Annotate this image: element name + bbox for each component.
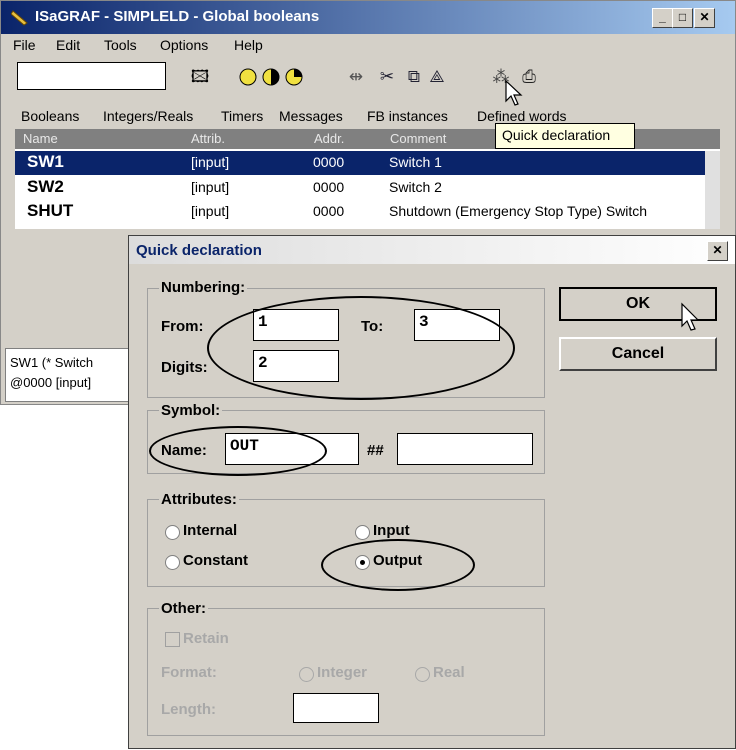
row-attrib: [input] [191, 154, 230, 170]
tab-booleans[interactable]: Booleans [21, 108, 79, 124]
row-name: SW1 [27, 152, 64, 171]
tab-integers-reals[interactable]: Integers/Reals [103, 108, 193, 124]
tooltip: Quick declaration [495, 123, 635, 149]
tab-defined-words[interactable]: Defined words [477, 108, 567, 124]
row-name: SW2 [27, 177, 64, 196]
column-attrib[interactable]: Attrib. [191, 131, 225, 146]
indent-icon[interactable]: ⇹ [346, 67, 366, 87]
half-circle-icon[interactable] [261, 67, 281, 87]
row-comment: Shutdown (Emergency Stop Type) Switch [389, 203, 648, 219]
real-label[interactable]: Real [433, 664, 465, 681]
status-panel: SW1 (* Switch @0000 [input] [5, 348, 135, 402]
dialog-close-button[interactable]: ✕ [707, 241, 728, 261]
annotation-ellipse [149, 426, 327, 476]
suffix-input[interactable] [397, 433, 533, 465]
constant-label[interactable]: Constant [183, 552, 248, 569]
quick-declaration-dialog: Quick declaration ✕ Numbering: From: 1 T… [128, 235, 736, 749]
column-name[interactable]: Name [23, 131, 58, 146]
dialog-title: Quick declaration [136, 242, 262, 259]
dialog-title-bar[interactable]: Quick declaration ✕ [129, 236, 735, 264]
internal-radio[interactable] [165, 525, 180, 540]
internal-label[interactable]: Internal [183, 522, 237, 539]
tab-fb-instances[interactable]: FB instances [367, 108, 448, 124]
menu-help[interactable]: Help [234, 37, 263, 53]
symbol-label: Symbol: [159, 402, 223, 419]
menu-edit[interactable]: Edit [56, 37, 80, 53]
symbol-search-input[interactable] [17, 62, 166, 90]
title-bar[interactable]: ISaGRAF - SIMPLELD - Global booleans _ □… [1, 1, 735, 34]
mouse-cursor-icon [681, 302, 700, 331]
tab-messages[interactable]: Messages [279, 108, 343, 124]
retain-checkbox[interactable] [165, 632, 180, 647]
menu-tools[interactable]: Tools [104, 37, 137, 53]
row-attrib: [input] [191, 203, 230, 219]
paint-icon[interactable]: ⟁ [427, 67, 447, 87]
table-row[interactable]: SHUT [input] 0000 Shutdown (Emergency St… [15, 200, 720, 224]
status-line-1: SW1 (* Switch [10, 355, 94, 370]
length-input[interactable] [293, 693, 379, 723]
tooltip-text: Quick declaration [502, 127, 611, 143]
table-row[interactable]: SW2 [input] 0000 Switch 2 [15, 176, 720, 200]
status-line-2: @0000 [input] [10, 375, 92, 390]
numbering-label: Numbering: [159, 279, 248, 296]
annotation-ellipse [321, 539, 475, 591]
from-label: From: [161, 318, 204, 335]
quarter-circle-icon[interactable] [284, 67, 304, 87]
close-button[interactable]: ✕ [694, 8, 715, 28]
retain-label[interactable]: Retain [183, 630, 229, 647]
input-label[interactable]: Input [373, 522, 410, 539]
maximize-button[interactable]: □ [672, 8, 693, 28]
app-logo-icon [11, 10, 28, 26]
row-comment: Switch 2 [389, 179, 442, 195]
row-name: SHUT [27, 201, 74, 220]
menu-bar: File Edit Tools Options Help [1, 34, 735, 56]
cancel-button[interactable]: Cancel [559, 337, 717, 371]
other-label: Other: [159, 600, 208, 617]
menu-options[interactable]: Options [160, 37, 208, 53]
yellow-circle-icon[interactable] [238, 67, 258, 87]
format-label: Format: [161, 664, 217, 681]
column-comment[interactable]: Comment [390, 131, 446, 146]
attributes-label: Attributes: [159, 491, 239, 508]
table-row[interactable]: SW1 [input] 0000 Switch 1 [15, 151, 720, 175]
integer-radio[interactable] [299, 667, 314, 682]
real-radio[interactable] [415, 667, 430, 682]
integer-label[interactable]: Integer [317, 664, 367, 681]
open-folder-icon[interactable]: 🖾 [190, 67, 210, 87]
digits-label: Digits: [161, 359, 208, 376]
copy-icon[interactable]: ⧉ [404, 67, 424, 87]
grid-scrollbar[interactable] [705, 151, 720, 229]
input-radio[interactable] [355, 525, 370, 540]
window-title: ISaGRAF - SIMPLELD - Global booleans [35, 8, 320, 25]
row-addr: 0000 [313, 179, 345, 195]
cut-icon[interactable]: ✂ [377, 67, 397, 87]
hash-label: ## [367, 442, 384, 459]
menu-file[interactable]: File [13, 37, 36, 53]
annotation-ellipse [207, 296, 515, 400]
length-label: Length: [161, 701, 216, 718]
row-addr: 0000 [313, 203, 345, 219]
column-addr[interactable]: Addr. [314, 131, 344, 146]
row-comment: Switch 1 [389, 154, 442, 170]
tab-timers[interactable]: Timers [221, 108, 263, 124]
minimize-button[interactable]: _ [652, 8, 673, 28]
toolbar: 🖾 ⇹ ✂ ⧉ ⟁ ⁂ ⎙ [1, 58, 735, 96]
row-addr: 0000 [313, 154, 345, 170]
row-attrib: [input] [191, 179, 230, 195]
mouse-cursor-icon [505, 79, 523, 106]
constant-radio[interactable] [165, 555, 180, 570]
